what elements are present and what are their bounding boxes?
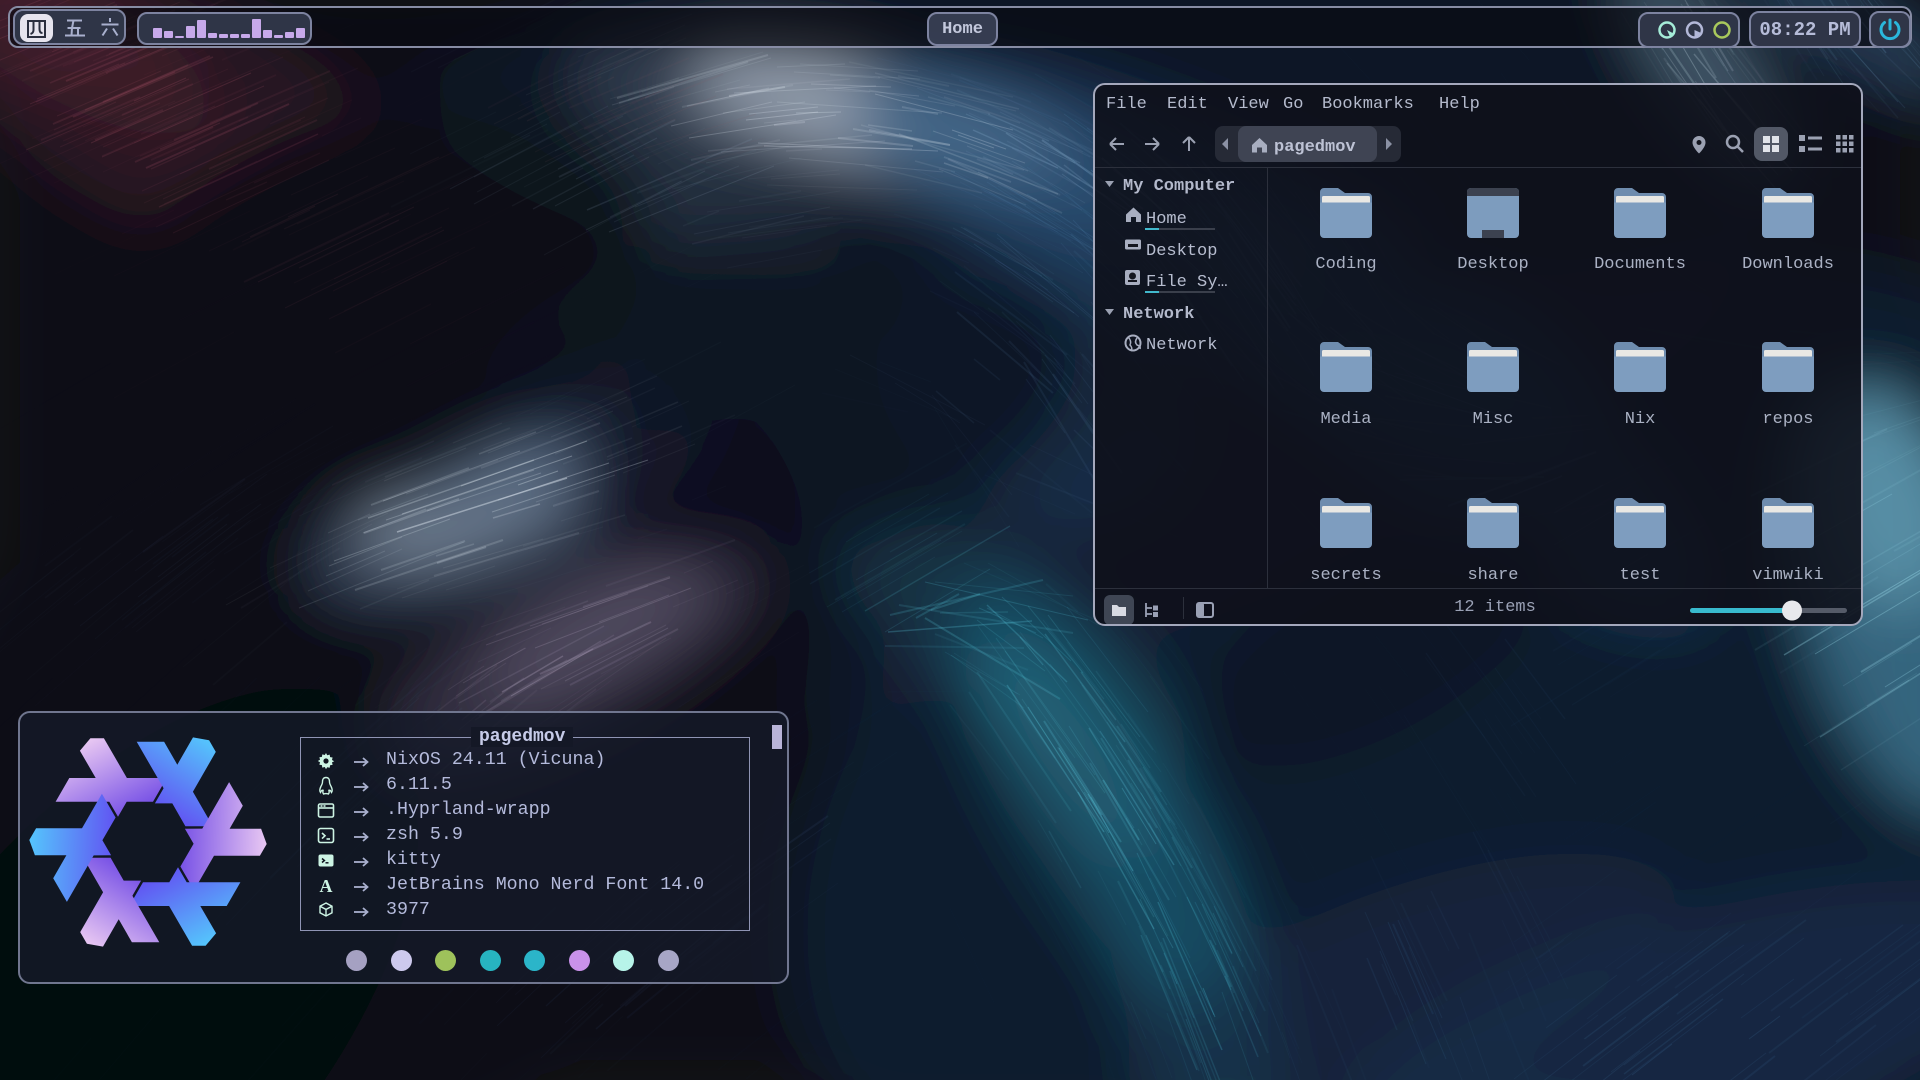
svg-text:Network: Network: [1123, 305, 1194, 324]
svg-text:Desktop: Desktop: [1146, 242, 1217, 261]
svg-text:A: A: [320, 876, 333, 895]
svg-text:File Sy…: File Sy…: [1146, 273, 1228, 292]
svg-text:Network: Network: [1146, 336, 1217, 355]
svg-text:Home: Home: [1146, 210, 1187, 229]
svg-text:pagedmov: pagedmov: [1274, 138, 1356, 157]
svg-text:My Computer: My Computer: [1123, 177, 1235, 196]
